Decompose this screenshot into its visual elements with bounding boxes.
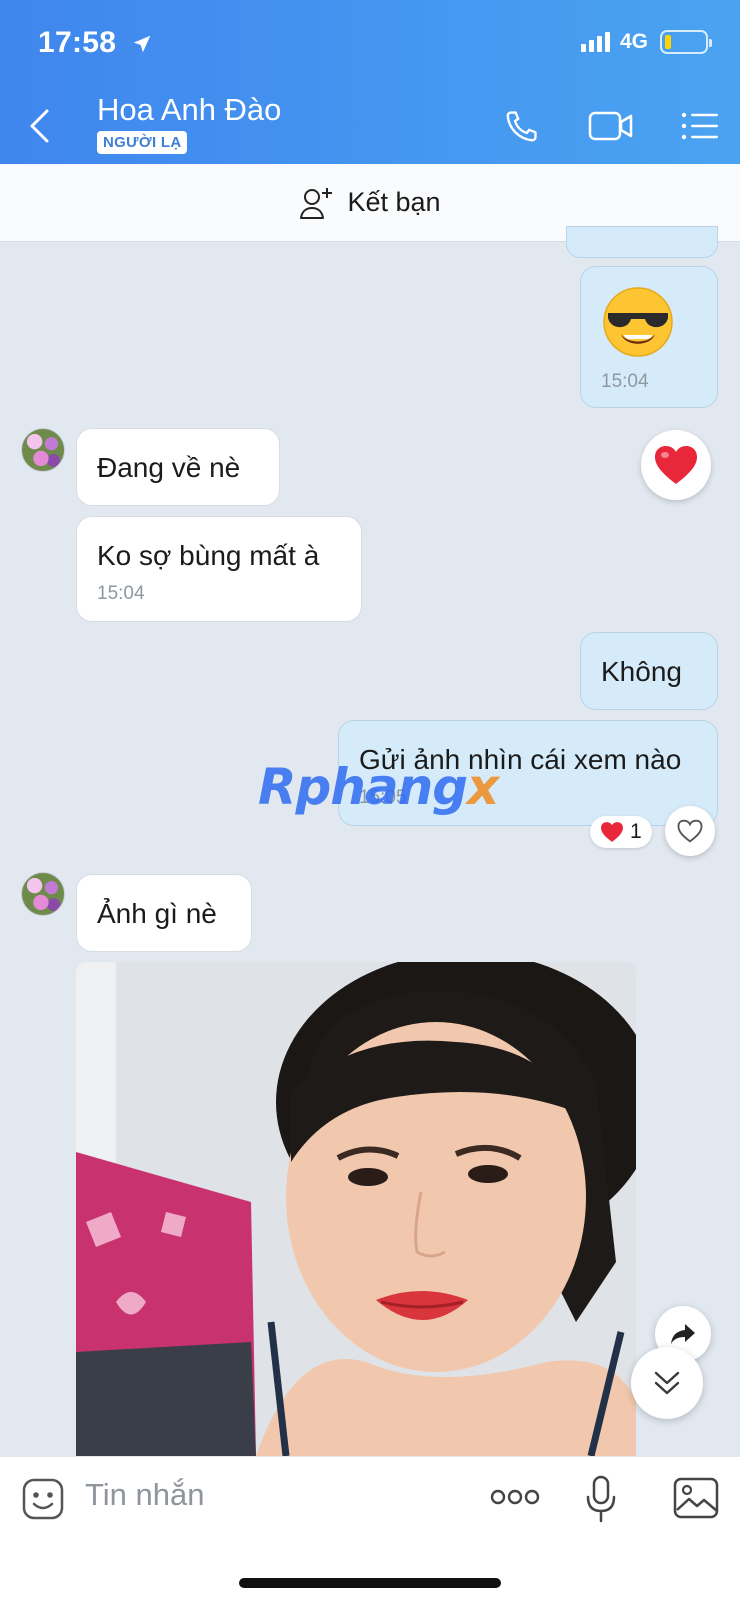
previous-message-bubble[interactable]	[566, 226, 718, 258]
outgoing-emoji-bubble[interactable]: 15:04	[580, 266, 718, 408]
incoming-message-bubble[interactable]: Ko sợ bùng mất à 15:04	[76, 516, 362, 622]
cool-sunglasses-emoji-icon	[603, 287, 673, 357]
message-input[interactable]: Tin nhắn	[85, 1477, 205, 1513]
message-time: 15:04	[97, 583, 145, 604]
reaction-count: 1	[630, 820, 642, 843]
network-type: 4G	[619, 30, 648, 53]
watermark-text: Rphang	[258, 758, 468, 816]
contact-avatar[interactable]	[21, 872, 65, 916]
message-text: Ảnh gì nè	[97, 898, 217, 929]
options-menu-button[interactable]	[680, 106, 720, 146]
heart-reaction-button[interactable]	[641, 430, 711, 500]
more-dots-icon	[490, 1489, 540, 1505]
heart-icon	[655, 446, 697, 484]
chat-header: 17:58 4G Hoa Anh Đào NGƯỜI LẠ	[0, 0, 740, 164]
incoming-photo-message[interactable]	[76, 962, 636, 1456]
add-friend-label: Kết bạn	[347, 187, 441, 217]
watermark-logo: Rphangx	[258, 758, 499, 816]
photo-picker-button[interactable]	[673, 1477, 719, 1519]
incoming-message-bubble[interactable]: Ảnh gì nè	[76, 874, 252, 952]
stranger-badge: NGƯỜI LẠ	[97, 131, 188, 154]
sticker-smiley-icon	[22, 1478, 64, 1520]
microphone-icon	[586, 1475, 616, 1523]
incoming-message-bubble[interactable]: Đang về nè	[76, 428, 280, 506]
contact-avatar[interactable]	[21, 428, 65, 472]
contact-name[interactable]: Hoa Anh Đào	[97, 92, 281, 128]
scroll-to-bottom-button[interactable]	[631, 1347, 703, 1419]
outgoing-message-bubble[interactable]: Không	[580, 632, 718, 710]
message-text: Đang về nè	[97, 452, 241, 483]
message-text: Không	[601, 656, 682, 687]
battery-icon	[660, 30, 712, 54]
voice-call-button[interactable]	[500, 106, 544, 146]
message-time: 15:04	[601, 371, 649, 392]
status-time-text: 17:58	[38, 26, 117, 59]
location-arrow-icon	[133, 35, 151, 53]
more-options-button[interactable]	[490, 1487, 540, 1511]
signal-icon	[580, 32, 610, 52]
home-indicator[interactable]	[239, 1578, 501, 1588]
selfie-photo	[76, 962, 636, 1456]
list-icon	[681, 112, 718, 140]
chevron-left-icon	[30, 109, 49, 143]
share-arrow-icon	[671, 1324, 695, 1344]
video-camera-icon	[588, 111, 633, 141]
status-indicators: 4G	[580, 30, 712, 54]
reaction-count-badge[interactable]: 1	[590, 816, 652, 848]
add-friend-icon	[300, 187, 333, 219]
back-button[interactable]	[22, 104, 56, 148]
heart-icon	[601, 822, 623, 842]
phone-icon	[506, 111, 537, 142]
voice-message-button[interactable]	[584, 1475, 618, 1525]
status-time: 17:58	[38, 26, 153, 60]
heart-outline-icon	[677, 819, 703, 843]
message-text: Ko sợ bùng mất à	[97, 540, 320, 571]
watermark-accent: x	[467, 758, 499, 816]
image-icon	[673, 1477, 719, 1519]
video-call-button[interactable]	[586, 106, 636, 146]
double-chevron-down-icon	[654, 1371, 680, 1395]
sticker-button[interactable]	[21, 1477, 65, 1521]
react-button[interactable]	[665, 806, 715, 856]
